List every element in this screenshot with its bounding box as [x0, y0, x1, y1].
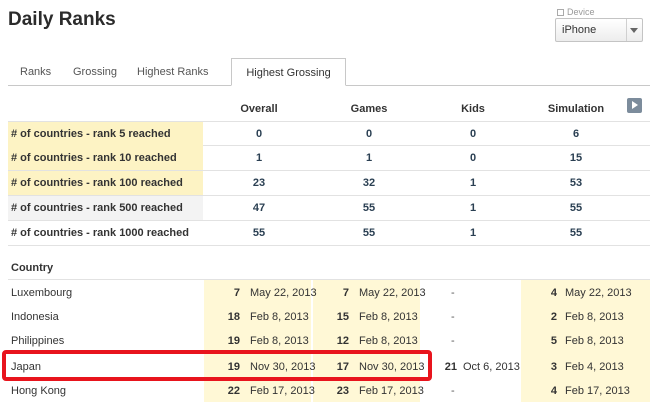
summary-value: 55: [362, 202, 376, 214]
games-rank: 12: [336, 335, 349, 347]
simulation-date: Feb 8, 2013: [565, 311, 624, 323]
overall-rank: 7: [233, 287, 240, 299]
table-row[interactable]: Luxembourg 7 May 22, 2013 7 May 22, 2013…: [0, 281, 650, 306]
simulation-date: Feb 8, 2013: [565, 335, 624, 347]
summary-label: # of countries - rank 100 reached: [8, 171, 203, 195]
summary-row: # of countries - rank 5 reached 0 0 0 6: [8, 121, 650, 146]
games-rank: 23: [336, 385, 349, 397]
tab-bar: Ranks Grossing Highest Ranks Highest Gro…: [0, 58, 650, 86]
summary-row: # of countries - rank 100 reached 23 32 …: [8, 171, 650, 196]
country-name[interactable]: Hong Kong: [11, 385, 66, 397]
summary-value: 1: [469, 202, 477, 214]
device-label: Device: [557, 7, 595, 17]
column-header-games: Games: [350, 103, 388, 115]
summary-value: 15: [569, 152, 583, 164]
overall-rank: 19: [227, 361, 240, 373]
summary-value: 1: [469, 227, 477, 239]
summary-value: 6: [572, 128, 580, 140]
tab-ranks[interactable]: Ranks: [20, 66, 51, 78]
overall-rank: 18: [227, 311, 240, 323]
page-title: Daily Ranks: [8, 9, 116, 30]
device-select-toggle[interactable]: [626, 19, 642, 41]
summary-value: 55: [569, 202, 583, 214]
summary-value: 53: [569, 177, 583, 189]
summary-value: 0: [365, 128, 373, 140]
simulation-date: May 22, 2013: [565, 287, 632, 299]
next-arrow-button[interactable]: [627, 98, 642, 113]
games-rank: 7: [342, 287, 349, 299]
summary-value: 55: [252, 227, 266, 239]
overall-date: Feb 17, 2013: [250, 385, 315, 397]
device-select-value: iPhone: [562, 24, 597, 36]
summary-value: 1: [365, 152, 373, 164]
summary-value: 23: [252, 177, 266, 189]
device-checkbox[interactable]: [557, 8, 564, 16]
summary-row: # of countries - rank 500 reached 47 55 …: [8, 196, 650, 221]
kids-date: -: [451, 385, 455, 397]
games-date: May 22, 2013: [359, 287, 426, 299]
kids-date: -: [451, 311, 455, 323]
table-row[interactable]: Philippines 19 Feb 8, 2013 12 Feb 8, 201…: [0, 329, 650, 354]
simulation-rank: 2: [550, 311, 557, 323]
device-label-text: Device: [567, 7, 595, 17]
summary-value: 1: [255, 152, 263, 164]
simulation-rank: 4: [550, 287, 557, 299]
country-column-header: Country: [11, 262, 54, 274]
summary-value: 55: [362, 227, 376, 239]
country-name[interactable]: Luxembourg: [11, 287, 72, 299]
summary-value: 47: [252, 202, 266, 214]
country-name[interactable]: Indonesia: [11, 311, 59, 323]
summary-label: # of countries - rank 5 reached: [8, 122, 203, 146]
kids-date: -: [451, 335, 455, 347]
table-row[interactable]: Japan 19 Nov 30, 2013 17 Nov 30, 2013 21…: [0, 355, 650, 380]
chevron-down-icon: [630, 28, 638, 33]
simulation-rank: 3: [550, 361, 557, 373]
overall-rank: 19: [227, 335, 240, 347]
simulation-date: Feb 4, 2013: [565, 361, 624, 373]
kids-rank: 21: [444, 361, 457, 373]
simulation-date: Feb 17, 2013: [565, 385, 630, 397]
summary-row: # of countries - rank 1000 reached 55 55…: [8, 221, 650, 246]
summary-value: 55: [569, 227, 583, 239]
column-header-kids: Kids: [461, 103, 485, 115]
tab-grossing[interactable]: Grossing: [73, 66, 117, 78]
games-rank: 15: [336, 311, 349, 323]
tab-highest-ranks[interactable]: Highest Ranks: [137, 66, 209, 78]
device-select[interactable]: iPhone: [555, 18, 643, 42]
games-date: Feb 17, 2013: [359, 385, 424, 397]
overall-date: Feb 8, 2013: [250, 311, 309, 323]
country-name[interactable]: Japan: [11, 361, 41, 373]
summary-value: 0: [469, 152, 477, 164]
overall-date: Nov 30, 2013: [250, 361, 316, 373]
summary-label: # of countries - rank 1000 reached: [11, 227, 189, 239]
games-date: Feb 8, 2013: [359, 335, 418, 347]
summary-value: 0: [255, 128, 263, 140]
games-rank: 17: [336, 361, 349, 373]
column-header-simulation: Simulation: [547, 103, 605, 115]
summary-value: 32: [362, 177, 376, 189]
games-date: Nov 30, 2013: [359, 361, 425, 373]
summary-value: 1: [469, 177, 477, 189]
overall-date: May 22, 2013: [250, 287, 317, 299]
column-header-overall: Overall: [240, 103, 278, 115]
simulation-rank: 4: [550, 385, 557, 397]
overall-date: Feb 8, 2013: [250, 335, 309, 347]
summary-value: 0: [469, 128, 477, 140]
games-date: Feb 8, 2013: [359, 311, 418, 323]
simulation-rank: 5: [550, 335, 557, 347]
summary-row: # of countries - rank 10 reached 1 1 0 1…: [8, 146, 650, 171]
kids-date: -: [451, 287, 455, 299]
overall-rank: 22: [227, 385, 240, 397]
kids-date: Oct 6, 2013: [463, 361, 520, 373]
country-name[interactable]: Philippines: [11, 335, 64, 347]
tab-highest-grossing[interactable]: Highest Grossing: [231, 58, 346, 86]
table-row[interactable]: Indonesia 18 Feb 8, 2013 15 Feb 8, 2013 …: [0, 305, 650, 330]
summary-label: # of countries - rank 500 reached: [8, 196, 203, 220]
summary-label: # of countries - rank 10 reached: [8, 146, 203, 170]
table-row[interactable]: Hong Kong 22 Feb 17, 2013 23 Feb 17, 201…: [0, 379, 650, 402]
